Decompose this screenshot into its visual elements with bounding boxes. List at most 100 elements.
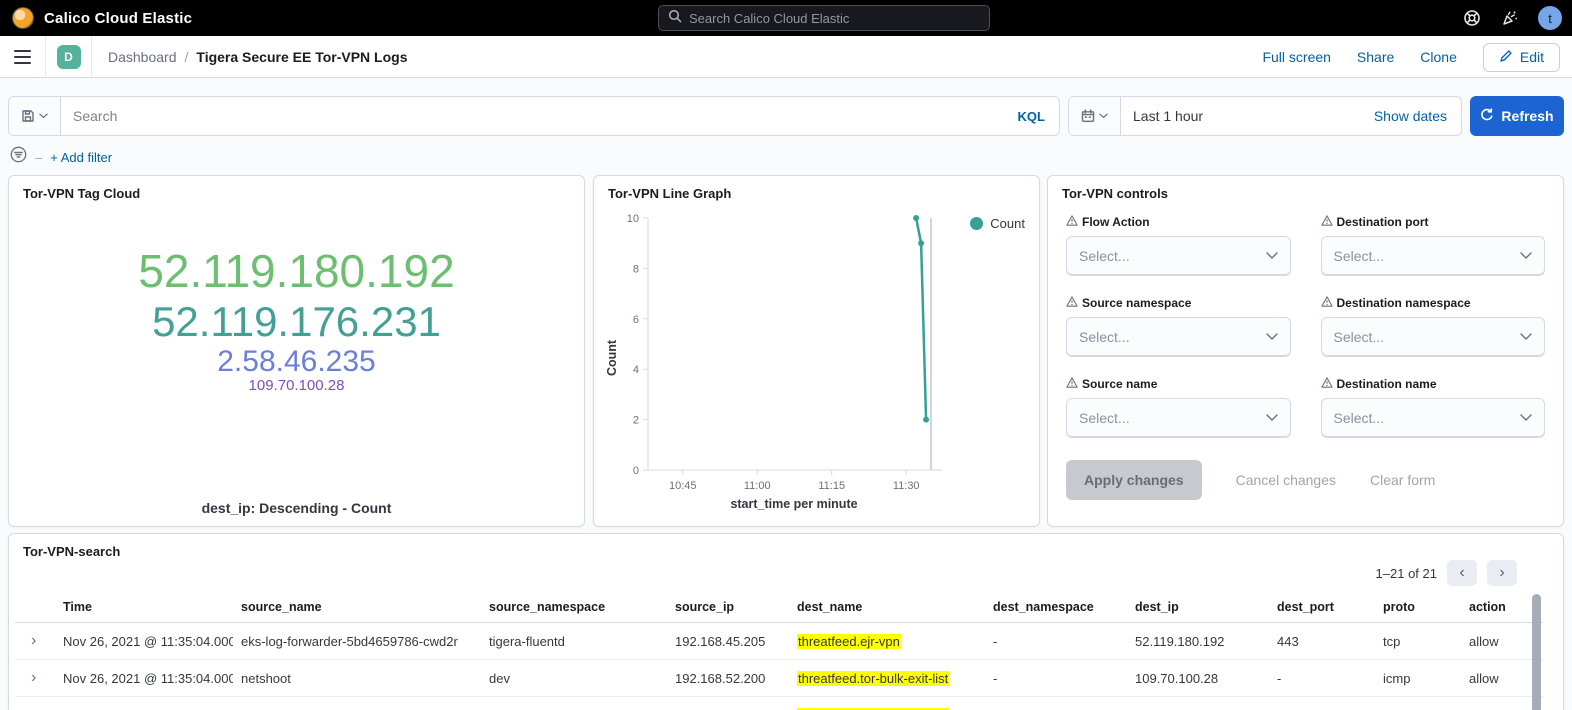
- cell-proto: icmp: [1375, 697, 1461, 710]
- x-axis-title: start_time per minute: [730, 497, 857, 511]
- controls-buttons: Apply changes Cancel changes Clear form: [1048, 438, 1563, 500]
- clone-button[interactable]: Clone: [1420, 49, 1457, 65]
- time-range-value[interactable]: Last 1 hour: [1121, 108, 1360, 124]
- svg-text:2: 2: [633, 415, 639, 427]
- pagination-range: 1–21 of 21: [1376, 566, 1437, 581]
- table-scrollbar[interactable]: [1532, 594, 1541, 710]
- source-namespace-select[interactable]: Select...: [1066, 317, 1291, 357]
- warning-icon: [1066, 296, 1078, 310]
- cell-source-ip: 192.168.45.205: [667, 623, 789, 660]
- cell-dest-port: -: [1269, 660, 1375, 697]
- cell-source-ip: 192.168.52.200: [667, 697, 789, 710]
- column-header[interactable]: Time: [55, 592, 233, 623]
- show-dates-button[interactable]: Show dates: [1360, 108, 1461, 124]
- clear-form-button[interactable]: Clear form: [1370, 472, 1435, 488]
- apply-changes-button[interactable]: Apply changes: [1066, 460, 1202, 500]
- brand[interactable]: Calico Cloud Elastic: [0, 7, 192, 29]
- cell-source-namespace: tigera-fluentd: [481, 623, 667, 660]
- tag-ip-1[interactable]: 52.119.180.192: [138, 246, 454, 298]
- next-page-icon[interactable]: ›: [1487, 560, 1517, 586]
- field-destination-port: Destination port Select...: [1321, 215, 1546, 276]
- dashboard-badge-wrap: D: [46, 36, 92, 78]
- column-header[interactable]: dest_namespace: [985, 592, 1127, 623]
- column-header[interactable]: source_name: [233, 592, 481, 623]
- field-source-namespace: Source namespace Select...: [1066, 296, 1291, 357]
- cancel-changes-button[interactable]: Cancel changes: [1236, 472, 1336, 488]
- help-icon[interactable]: [1462, 8, 1482, 28]
- flow-action-select[interactable]: Select...: [1066, 236, 1291, 276]
- tag-cloud-panel: Tor-VPN Tag Cloud 52.119.180.192 52.119.…: [8, 175, 585, 527]
- line-graph-panel-title: Tor-VPN Line Graph: [594, 176, 1039, 201]
- refresh-icon: [1480, 108, 1494, 125]
- source-name-select[interactable]: Select...: [1066, 398, 1291, 438]
- breadcrumb-dashboard[interactable]: Dashboard: [108, 49, 177, 65]
- destination-port-select[interactable]: Select...: [1321, 236, 1546, 276]
- expand-row-icon[interactable]: ›: [23, 632, 36, 649]
- svg-text:10:45: 10:45: [669, 480, 697, 492]
- chart-legend[interactable]: Count: [970, 216, 1025, 231]
- full-screen-button[interactable]: Full screen: [1262, 49, 1330, 65]
- column-header[interactable]: action: [1461, 592, 1543, 623]
- column-header[interactable]: source_ip: [667, 592, 789, 623]
- table-header-row: Time source_name source_namespace source…: [15, 592, 1543, 623]
- dashboard-app-badge[interactable]: D: [57, 45, 81, 69]
- pencil-icon: [1499, 49, 1513, 66]
- destination-name-select[interactable]: Select...: [1321, 398, 1546, 438]
- legend-dot-icon: [970, 217, 983, 230]
- cell-time: Nov 26, 2021 @ 11:35:04.000: [55, 623, 233, 660]
- highlighted-dest-name: threatfeed.ejr-vpn: [797, 634, 901, 649]
- global-search-input[interactable]: [689, 11, 980, 26]
- global-search[interactable]: [658, 5, 990, 31]
- filter-row: – + Add filter: [10, 146, 112, 168]
- column-header[interactable]: dest_name: [789, 592, 985, 623]
- previous-page-icon[interactable]: ‹: [1447, 560, 1477, 586]
- expand-row-icon[interactable]: ›: [23, 669, 36, 686]
- column-header[interactable]: dest_ip: [1127, 592, 1269, 623]
- add-filter-button[interactable]: + Add filter: [50, 150, 112, 165]
- svg-text:11:15: 11:15: [818, 480, 845, 492]
- user-avatar[interactable]: t: [1538, 6, 1562, 30]
- cell-source-namespace: dev: [481, 660, 667, 697]
- tag-ip-3[interactable]: 2.58.46.235: [217, 345, 375, 379]
- field-destination-name: Destination name Select...: [1321, 377, 1546, 438]
- cell-source-name: netshoot: [233, 660, 481, 697]
- search-icon: [668, 9, 682, 28]
- filter-icon[interactable]: [10, 146, 27, 168]
- cell-dest-namespace: -: [985, 623, 1127, 660]
- tag-ip-4[interactable]: 109.70.100.28: [249, 378, 345, 395]
- column-header[interactable]: proto: [1375, 592, 1461, 623]
- column-header[interactable]: dest_port: [1269, 592, 1375, 623]
- calico-logo-icon: [12, 7, 34, 29]
- field-source-name: Source name Select...: [1066, 377, 1291, 438]
- y-axis-ticks: 0246810: [627, 213, 648, 477]
- share-button[interactable]: Share: [1357, 49, 1394, 65]
- edit-button[interactable]: Edit: [1483, 43, 1560, 72]
- refresh-button[interactable]: Refresh: [1470, 96, 1564, 136]
- filter-dash: –: [35, 150, 42, 165]
- kql-language-button[interactable]: KQL: [1004, 97, 1059, 135]
- cell-source-namespace: dev: [481, 697, 667, 710]
- top-bar-icons: t: [1462, 0, 1562, 36]
- column-header[interactable]: source_namespace: [481, 592, 667, 623]
- destination-namespace-select[interactable]: Select...: [1321, 317, 1546, 357]
- svg-text:6: 6: [633, 314, 639, 326]
- calendar-menu-button[interactable]: [1069, 97, 1121, 135]
- warning-icon: [1321, 296, 1333, 310]
- warning-icon: [1321, 215, 1333, 229]
- svg-text:8: 8: [633, 263, 639, 275]
- saved-query-menu-button[interactable]: [9, 97, 61, 135]
- search-input[interactable]: [61, 97, 1004, 135]
- menu-icon[interactable]: [0, 36, 46, 78]
- tag-cloud-caption: dest_ip: Descending - Count: [9, 500, 584, 516]
- expand-row-icon[interactable]: ›: [23, 706, 36, 710]
- warning-icon: [1066, 377, 1078, 391]
- cell-action: allow: [1461, 660, 1543, 697]
- controls-grid: Flow Action Select... Destination port S…: [1048, 201, 1563, 438]
- tag-ip-2[interactable]: 52.119.176.231: [152, 298, 441, 345]
- announcements-icon[interactable]: [1500, 8, 1520, 28]
- y-axis-title: Count: [605, 339, 619, 376]
- cell-dest-namespace: -: [985, 660, 1127, 697]
- kql-query-control: KQL: [8, 96, 1060, 136]
- svg-text:4: 4: [633, 364, 639, 376]
- line-graph-panel: Tor-VPN Line Graph 0246810 10:4511:0011:…: [593, 175, 1040, 527]
